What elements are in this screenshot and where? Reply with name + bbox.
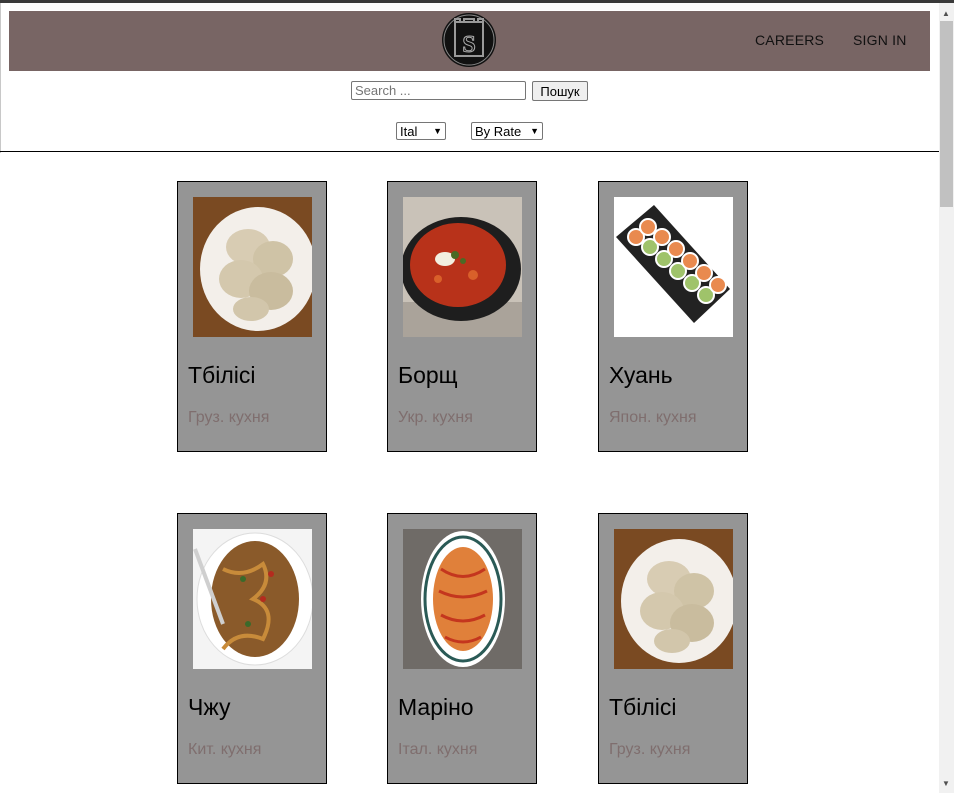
card-title: Тбілісі [609, 694, 677, 720]
card-subtitle: Груз. кухня [609, 741, 691, 758]
noodles-icon [193, 529, 312, 669]
nav-careers-link[interactable]: CAREERS [755, 32, 824, 48]
card-subtitle: Япон. кухня [609, 409, 697, 426]
sushi-icon [614, 197, 733, 337]
nav-sign-in-link[interactable]: SIGN IN [853, 32, 907, 48]
restaurant-card[interactable]: Тбілісі Груз. кухня [177, 181, 327, 452]
window-top-border [0, 0, 954, 3]
vertical-scrollbar[interactable]: ▲ ▼ [939, 3, 954, 793]
restaurant-card[interactable]: Хуань Япон. кухня [598, 181, 748, 452]
svg-text:S: S [462, 32, 475, 58]
cuisine-select[interactable]: Ital ▼ [396, 122, 446, 140]
chevron-down-icon: ▼ [433, 126, 442, 136]
restaurant-card[interactable]: Борщ Укр. кухня [387, 181, 537, 452]
card-subtitle: Груз. кухня [188, 409, 270, 426]
restaurant-card[interactable]: Тбілісі Груз. кухня [598, 513, 748, 784]
site-header: S CAREERS SIGN IN [9, 11, 930, 71]
window-left-border [0, 3, 1, 153]
cuisine-select-value: Ital [400, 123, 418, 139]
card-subtitle: Італ. кухня [398, 741, 478, 758]
scroll-up-arrow-icon[interactable]: ▲ [942, 9, 950, 18]
scrollbar-thumb[interactable] [940, 21, 953, 207]
chevron-down-icon: ▼ [530, 126, 539, 136]
scroll-down-arrow-icon[interactable]: ▼ [942, 779, 950, 788]
khinkali-icon [193, 197, 312, 337]
khinkali-icon [614, 529, 733, 669]
card-subtitle: Кит. кухня [188, 741, 262, 758]
restaurant-card[interactable]: Маріно Італ. кухня [387, 513, 537, 784]
card-subtitle: Укр. кухня [398, 409, 473, 426]
logo-icon[interactable]: S [441, 12, 497, 68]
card-title: Чжу [188, 694, 231, 720]
sort-select[interactable]: By Rate ▼ [471, 122, 543, 140]
search-button[interactable]: Пошук [532, 81, 588, 101]
card-title: Маріно [398, 694, 474, 720]
borscht-icon [403, 197, 522, 337]
spaghetti-icon [403, 529, 522, 669]
search-input[interactable] [351, 81, 526, 100]
card-title: Борщ [398, 362, 458, 388]
restaurant-card[interactable]: Чжу Кит. кухня [177, 513, 327, 784]
card-title: Хуань [609, 362, 673, 388]
card-title: Тбілісі [188, 362, 256, 388]
header-divider [0, 151, 939, 152]
sort-select-value: By Rate [475, 123, 522, 139]
